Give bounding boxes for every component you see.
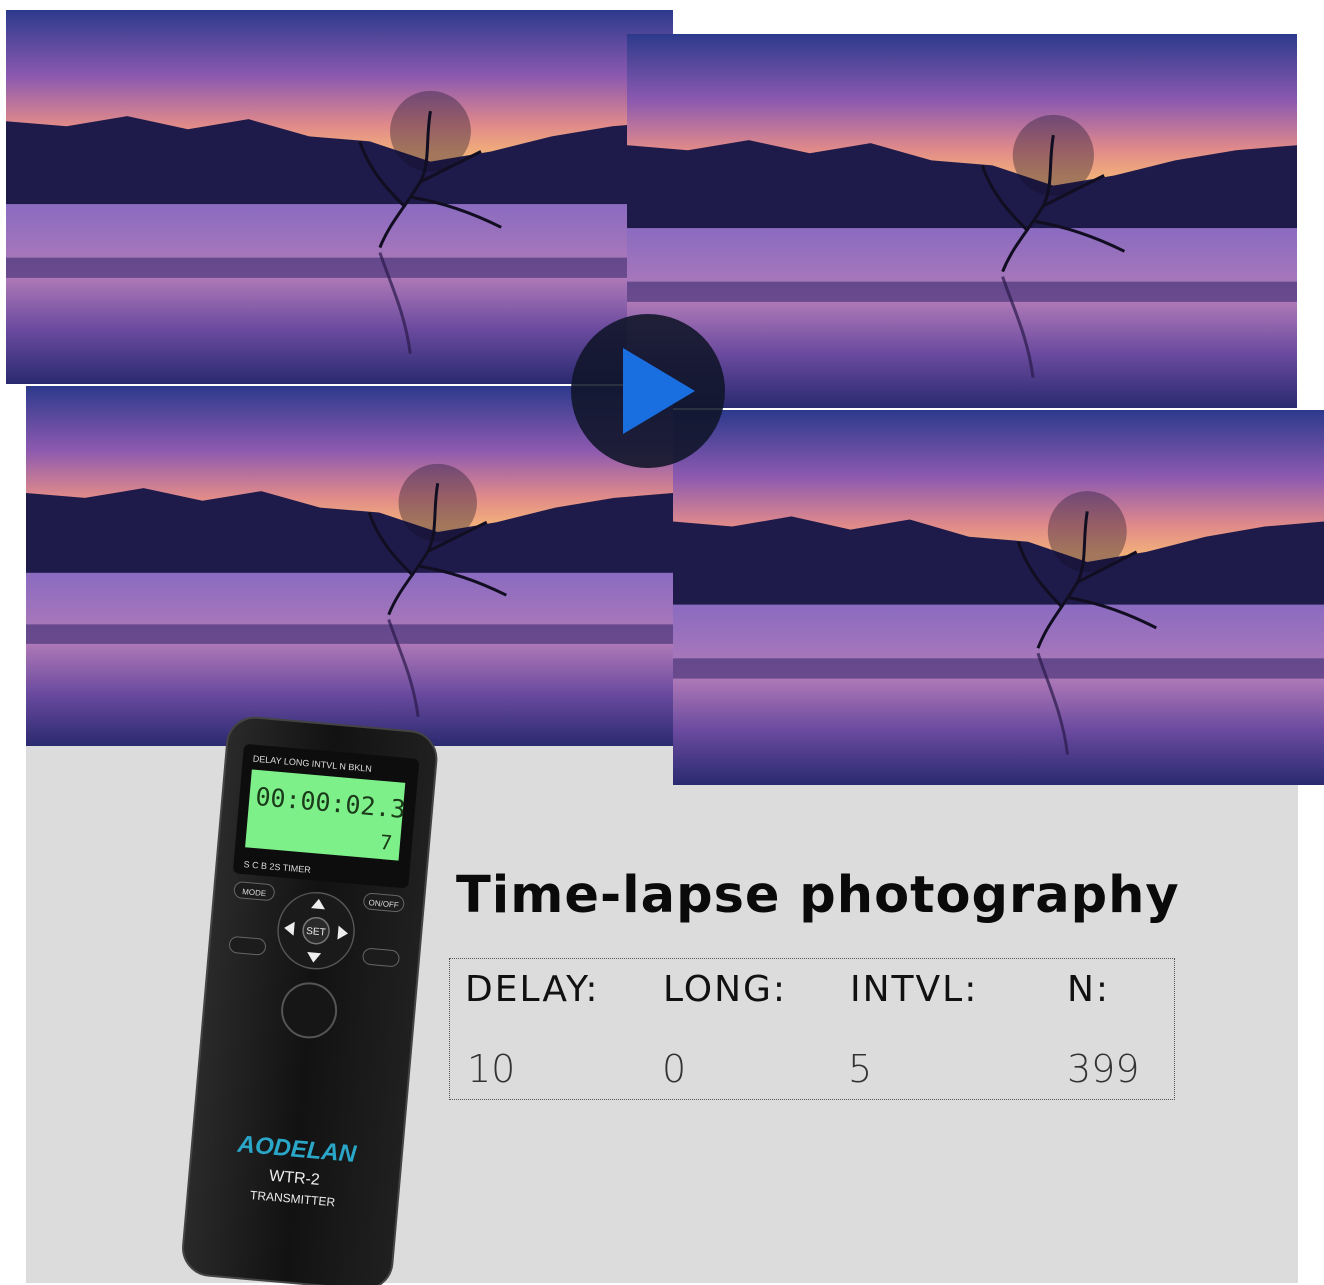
landscape-photo-4 bbox=[673, 410, 1324, 785]
play-icon bbox=[623, 348, 695, 434]
landscape-photo-2 bbox=[627, 34, 1297, 408]
n-value: 399 bbox=[1067, 1047, 1140, 1091]
long-value: 0 bbox=[662, 1047, 687, 1091]
intvl-value: 5 bbox=[848, 1047, 873, 1091]
lcd-count: 7 bbox=[379, 830, 393, 855]
svg-text:SET: SET bbox=[306, 926, 326, 939]
section-title: Time-lapse photography bbox=[456, 866, 1180, 925]
delay-label: DELAY: bbox=[465, 969, 600, 1010]
video-play-button[interactable] bbox=[571, 314, 725, 468]
long-label: LONG: bbox=[663, 969, 788, 1010]
remote-transmitter: DELAY LONG INTVL N BKLN 00:00:02.3 7 S C… bbox=[170, 715, 440, 1285]
timelapse-settings-table: DELAY: LONG: INTVL: N: 10 0 5 399 bbox=[449, 958, 1175, 1100]
play-stop-button[interactable] bbox=[362, 948, 400, 967]
intvl-label: INTVL: bbox=[850, 969, 979, 1010]
n-label: N: bbox=[1067, 969, 1111, 1010]
delay-value: 10 bbox=[467, 1047, 516, 1091]
lock-button[interactable] bbox=[229, 936, 266, 956]
